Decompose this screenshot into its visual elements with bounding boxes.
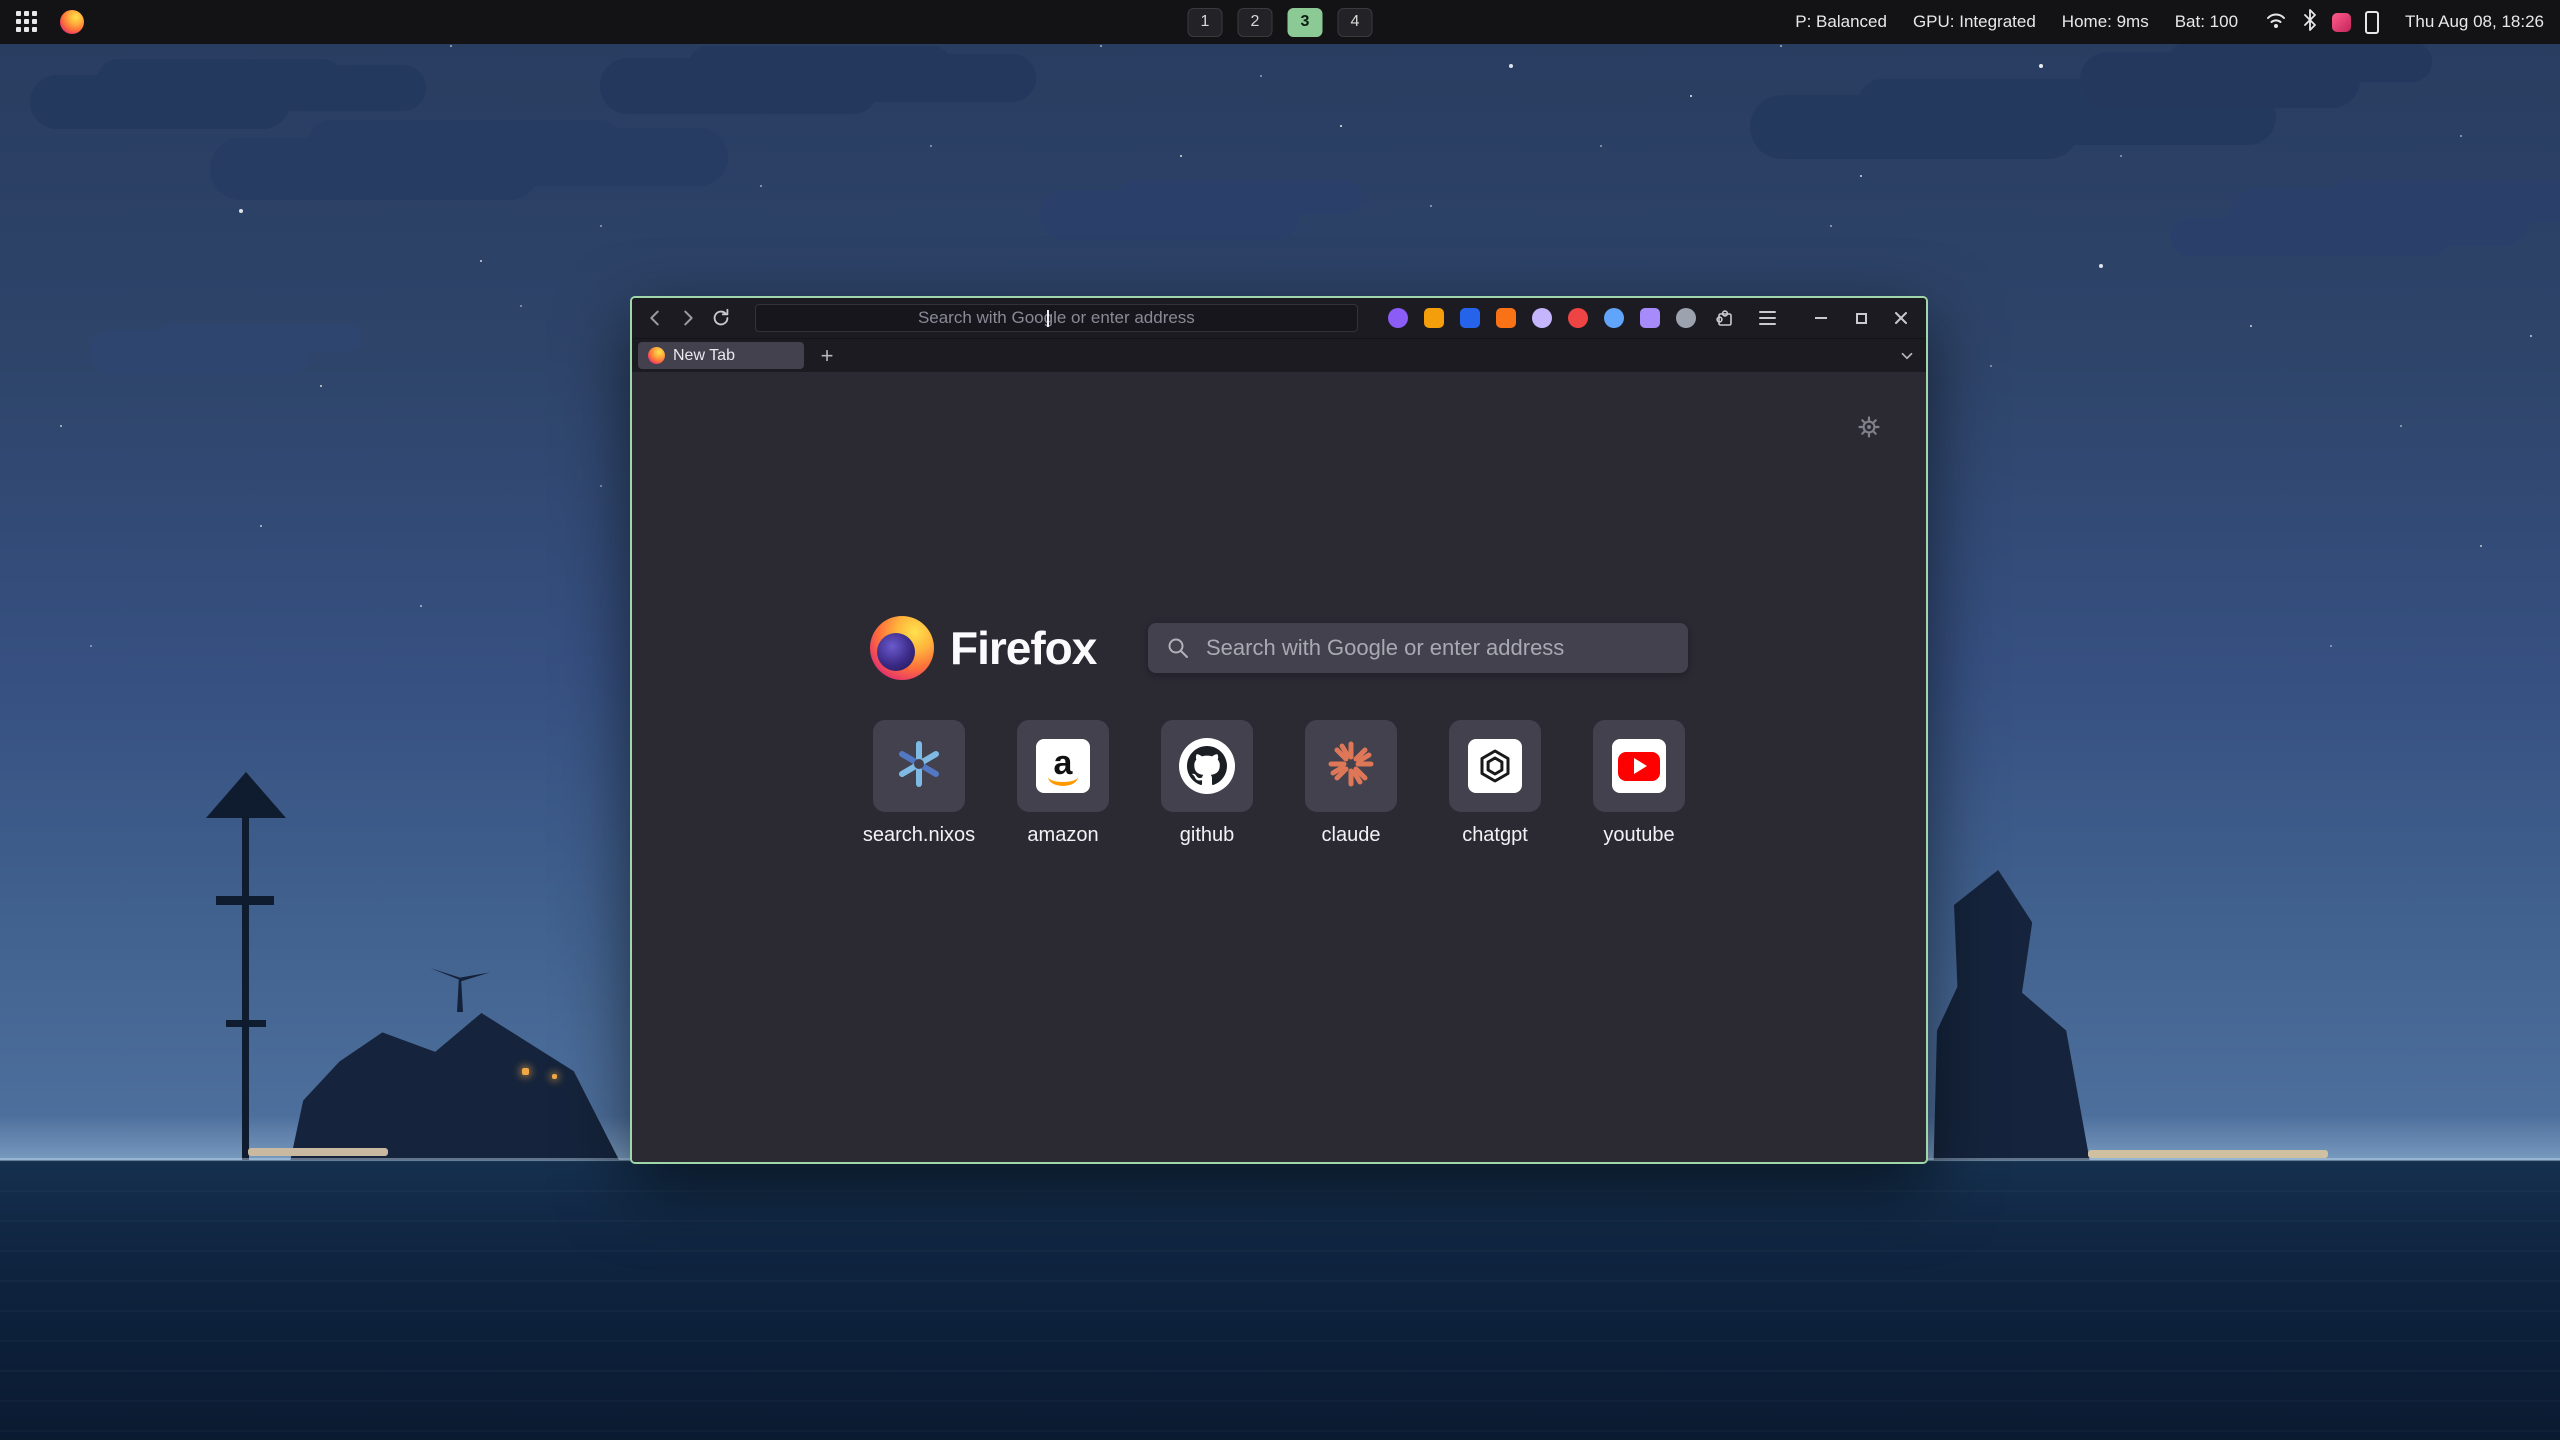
window-controls	[1812, 309, 1916, 327]
bluetooth-icon[interactable]	[2302, 8, 2318, 37]
wallpaper-ocean	[0, 1160, 2560, 1440]
watchtower-platform	[226, 1020, 266, 1027]
cloud	[90, 330, 310, 374]
watchtower-pole	[242, 818, 249, 1162]
shortcut-amazon[interactable]: a amazon	[1017, 720, 1109, 847]
forward-button[interactable]	[675, 304, 702, 332]
extension-toolbar	[1388, 305, 1780, 331]
amazon-icon: a	[1036, 739, 1090, 793]
tab-new-tab[interactable]: New Tab	[638, 342, 804, 369]
extension-icon[interactable]	[1604, 308, 1624, 328]
claude-starburst-icon	[1326, 739, 1376, 794]
cloud	[210, 138, 540, 200]
workspace-1[interactable]: 1	[1188, 8, 1223, 37]
shortcut-label: github	[1180, 824, 1235, 847]
shortcut-label: search.nixos	[863, 824, 975, 847]
cloud	[2230, 188, 2530, 246]
maximize-button[interactable]	[1852, 309, 1870, 327]
cloud	[2080, 52, 2360, 108]
reload-button[interactable]	[708, 304, 735, 332]
shortcut-label: amazon	[1027, 824, 1098, 847]
url-bar-placeholder: Search with Google or enter address	[918, 308, 1195, 328]
firefox-wordmark: Firefox	[950, 621, 1122, 675]
extensions-puzzle-icon[interactable]	[1712, 305, 1738, 331]
shortcut-chatgpt[interactable]: chatgpt	[1449, 720, 1541, 847]
extension-icon[interactable]	[1640, 308, 1660, 328]
status-bar: 1 2 3 4 P: Balanced GPU: Integrated Home…	[0, 0, 2560, 44]
power-profile-status: P: Balanced	[1795, 12, 1887, 32]
watchtower-platform	[216, 896, 274, 905]
firefox-logo	[870, 616, 934, 680]
desktop: 1 2 3 4 P: Balanced GPU: Integrated Home…	[0, 0, 2560, 1440]
extension-icon[interactable]	[1388, 308, 1408, 328]
shortcuts-row: search.nixos a amazon	[873, 720, 1685, 847]
extension-icon[interactable]	[1568, 308, 1588, 328]
navigation-toolbar: Search with Google or enter address	[632, 298, 1926, 338]
firefox-taskbar-icon[interactable]	[60, 10, 84, 34]
app-launcher-icon[interactable]	[16, 11, 38, 33]
workspace-switcher: 1 2 3 4	[1188, 8, 1373, 37]
newtab-page: Firefox	[632, 372, 1926, 1162]
gpu-status: GPU: Integrated	[1913, 12, 2036, 32]
tab-title: New Tab	[673, 347, 735, 365]
chatgpt-icon	[1468, 739, 1522, 793]
watchtower-roof	[206, 772, 286, 818]
cloud	[1750, 95, 2080, 159]
newtab-search-input[interactable]	[1148, 623, 1688, 673]
shortcut-search-nixos[interactable]: search.nixos	[873, 720, 965, 847]
shortcut-label: youtube	[1603, 824, 1674, 847]
shortcut-github[interactable]: github	[1161, 720, 1253, 847]
shortcut-youtube[interactable]: youtube	[1593, 720, 1685, 847]
extension-icon[interactable]	[1496, 308, 1516, 328]
personalize-gear-icon[interactable]	[1856, 414, 1882, 445]
clock: Thu Aug 08, 18:26	[2405, 12, 2544, 32]
shortcut-label: chatgpt	[1462, 824, 1528, 847]
extension-icon[interactable]	[1460, 308, 1480, 328]
github-octocat-icon	[1179, 738, 1235, 794]
nixos-snowflake-icon	[893, 738, 945, 795]
firefox-window: Search with Google or enter address	[630, 296, 1928, 1164]
battery-status: Bat: 100	[2175, 12, 2238, 32]
new-tab-button[interactable]: +	[814, 343, 840, 369]
extension-icon[interactable]	[1532, 308, 1552, 328]
tab-bar: New Tab +	[632, 338, 1926, 372]
island-light	[552, 1074, 557, 1079]
shortcut-label: claude	[1322, 824, 1381, 847]
cloud	[30, 75, 290, 129]
url-bar[interactable]: Search with Google or enter address	[755, 304, 1358, 332]
wifi-icon[interactable]	[2264, 9, 2288, 36]
extension-icon[interactable]	[1676, 308, 1696, 328]
workspace-3[interactable]: 3	[1288, 8, 1323, 37]
text-cursor	[1047, 310, 1049, 327]
beach-right	[2088, 1150, 2328, 1158]
island-light	[522, 1068, 529, 1075]
cloud	[600, 58, 880, 114]
menu-icon[interactable]	[1754, 305, 1780, 331]
youtube-icon	[1612, 739, 1666, 793]
newtab-hero: Firefox	[870, 616, 1688, 680]
home-latency-status: Home: 9ms	[2062, 12, 2149, 32]
shortcut-claude[interactable]: claude	[1305, 720, 1397, 847]
device-icon[interactable]	[2365, 11, 2379, 34]
back-button[interactable]	[642, 304, 669, 332]
beach-left	[248, 1148, 388, 1156]
extension-icon[interactable]	[1424, 308, 1444, 328]
indicator-chip-icon[interactable]	[2332, 13, 2351, 32]
close-button[interactable]	[1892, 309, 1910, 327]
firefox-tab-icon	[648, 347, 665, 364]
workspace-2[interactable]: 2	[1238, 8, 1273, 37]
workspace-4[interactable]: 4	[1338, 8, 1373, 37]
list-all-tabs-icon[interactable]	[1894, 343, 1920, 369]
cloud	[1040, 190, 1300, 240]
minimize-button[interactable]	[1812, 309, 1830, 327]
